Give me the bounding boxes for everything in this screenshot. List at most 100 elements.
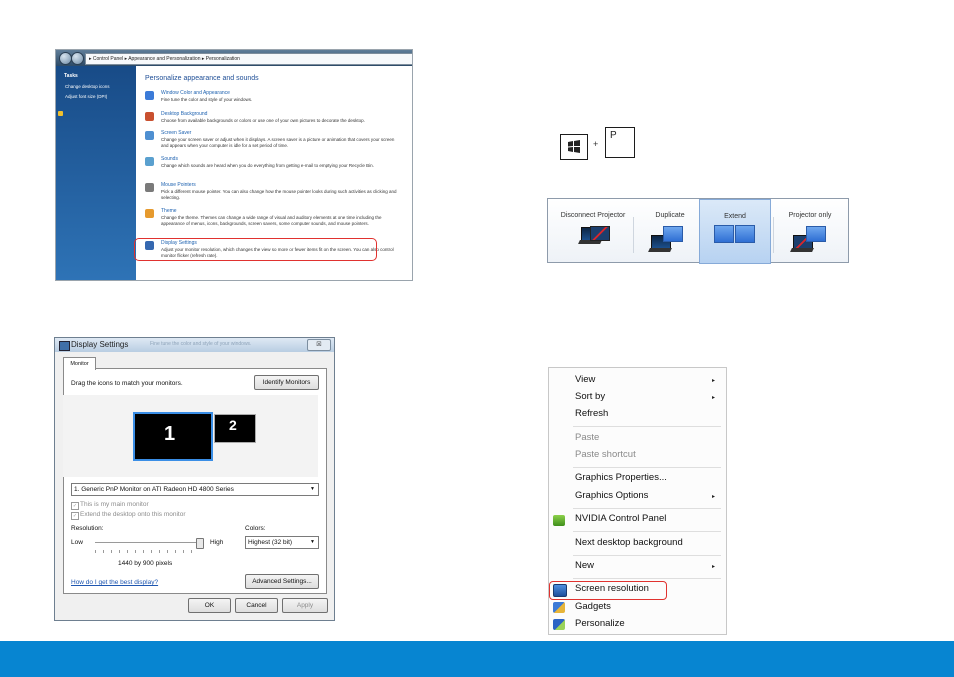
plus-sign: + — [593, 139, 599, 149]
item-link[interactable]: Theme — [161, 208, 177, 214]
background-text: Fine tune the color and style of your wi… — [150, 341, 252, 347]
extend-left-monitor-icon — [714, 225, 734, 243]
instruction-text: Drag the icons to match your monitors. — [71, 380, 183, 387]
menu-item-graphics-properties[interactable]: Graphics Properties... — [575, 472, 667, 483]
high-label: High — [210, 539, 224, 546]
menu-item-gadgets[interactable]: Gadgets — [575, 601, 611, 612]
menu-item-paste[interactable]: Paste — [575, 432, 599, 443]
monitor-2-label: 2 — [229, 417, 237, 433]
monitor-1[interactable]: 1 — [133, 412, 213, 461]
desktop-background-icon — [145, 112, 154, 121]
item-link[interactable]: Screen Saver — [161, 130, 191, 136]
close-button[interactable]: ☒ — [307, 339, 331, 351]
monitor-select[interactable]: 1. Generic PnP Monitor on ATI Radeon HD … — [71, 483, 319, 496]
display-settings-dialog: Display Settings Fine tune the color and… — [54, 337, 335, 621]
display-icon — [59, 341, 70, 351]
menu-item-refresh[interactable]: Refresh — [575, 408, 608, 419]
slider-ticks — [95, 550, 199, 553]
submenu-arrow-icon: ▸ — [712, 378, 716, 384]
item-theme[interactable]: Theme Change the theme. Themes can chang… — [139, 208, 409, 234]
extend-desktop-checkbox[interactable]: ✓ — [71, 512, 79, 520]
main-monitor-checkbox[interactable]: ✓ — [71, 502, 79, 510]
colors-select[interactable]: Highest (32 bit) ▼ — [245, 536, 319, 549]
p-key: P — [605, 127, 635, 158]
apply-button[interactable]: Apply — [282, 598, 328, 613]
resolution-value: 1440 by 900 pixels — [118, 560, 173, 567]
item-desc: Choose from available backgrounds or col… — [161, 118, 365, 123]
help-link[interactable]: How do I get the best display? — [71, 579, 158, 586]
menu-item-next-desktop-background[interactable]: Next desktop background — [575, 537, 683, 548]
screen-resolution-highlight — [549, 581, 667, 600]
sidebar-link-change-desktop-icons[interactable]: Change desktop icons — [65, 84, 110, 89]
item-link[interactable]: Desktop Background — [161, 111, 207, 117]
monitor-icon — [663, 226, 683, 242]
item-mouse-pointers[interactable]: Mouse Pointers Pick a different mouse po… — [139, 182, 409, 208]
item-desc: Change which sounds are heard when you d… — [161, 163, 374, 168]
menu-item-paste-shortcut[interactable]: Paste shortcut — [575, 449, 636, 460]
ok-button[interactable]: OK — [188, 598, 231, 613]
monitor-2[interactable]: 2 — [214, 414, 256, 443]
item-desc: Fine tune the color and style of your wi… — [161, 97, 253, 102]
resolution-slider-track[interactable] — [95, 542, 199, 543]
screen-saver-icon — [145, 131, 154, 140]
extend-desktop-label: Extend the desktop onto this monitor — [80, 511, 186, 518]
menu-item-sort-by[interactable]: Sort by — [575, 391, 605, 402]
submenu-arrow-icon: ▸ — [712, 395, 716, 401]
monitor-icon — [806, 226, 826, 242]
sidebar-link-adjust-font-size[interactable]: Adjust font size (DPI) — [65, 94, 107, 99]
resolution-label: Resolution: — [71, 525, 104, 532]
option-label: Duplicate — [655, 212, 685, 219]
option-disconnect-projector[interactable]: Disconnect Projector — [554, 199, 632, 262]
item-desc: Change the theme. Themes can change a wi… — [161, 215, 382, 226]
main-monitor-label: This is my main monitor — [80, 501, 149, 508]
breadcrumb[interactable]: ▸ Control Panel ▸ Appearance and Persona… — [85, 53, 412, 65]
forward-button[interactable] — [71, 52, 84, 65]
shield-icon — [58, 111, 63, 116]
monitor-1-label: 1 — [164, 423, 176, 445]
mouse-pointer-icon — [145, 183, 154, 192]
identify-monitors-button[interactable]: Identify Monitors — [254, 375, 319, 390]
menu-item-view[interactable]: View — [575, 374, 595, 385]
menu-item-nvidia-control-panel[interactable]: NVIDIA Control Panel — [575, 513, 666, 524]
dialog-title: Display Settings — [71, 340, 129, 349]
item-screen-saver[interactable]: Screen Saver Change your screen saver or… — [139, 130, 409, 156]
window-color-icon — [145, 91, 154, 100]
item-link[interactable]: Window Color and Appearance — [161, 90, 230, 96]
option-projector-only[interactable]: Projector only — [775, 199, 845, 262]
submenu-arrow-icon: ▸ — [712, 564, 716, 570]
p-key-label: P — [610, 130, 617, 141]
projector-switcher: Disconnect Projector Duplicate Extend Pr… — [547, 198, 849, 264]
nvidia-icon — [553, 515, 565, 526]
dialog-titlebar: Display Settings Fine tune the color and… — [55, 338, 334, 352]
desktop-context-menu: View ▸ Sort by ▸ Refresh Paste Paste sho… — [548, 367, 727, 635]
tab-monitor[interactable]: Monitor — [63, 357, 96, 370]
colors-label: Colors: — [245, 525, 266, 532]
resolution-slider-thumb[interactable] — [196, 538, 204, 549]
tasks-sidebar: Tasks Change desktop icons Adjust font s… — [56, 66, 136, 280]
menu-item-personalize[interactable]: Personalize — [575, 618, 625, 629]
advanced-settings-button[interactable]: Advanced Settings... — [245, 574, 319, 589]
colors-select-value: Highest (32 bit) — [248, 539, 293, 546]
item-link[interactable]: Mouse Pointers — [161, 182, 196, 188]
low-label: Low — [71, 539, 83, 546]
option-label: Extend — [724, 213, 746, 220]
option-extend[interactable]: Extend — [699, 199, 771, 264]
option-label: Projector only — [788, 212, 832, 219]
option-duplicate[interactable]: Duplicate — [636, 199, 704, 262]
theme-icon — [145, 209, 154, 218]
cancel-button[interactable]: Cancel — [235, 598, 278, 613]
item-desc: Change your screen saver or adjust when … — [161, 137, 395, 148]
menu-item-graphics-options[interactable]: Graphics Options — [575, 490, 648, 501]
tasks-heading: Tasks — [64, 73, 78, 79]
item-sounds[interactable]: Sounds Change which sounds are heard whe… — [139, 156, 409, 182]
monitor-select-value: 1. Generic PnP Monitor on ATI Radeon HD … — [74, 486, 234, 493]
submenu-arrow-icon: ▸ — [712, 494, 716, 500]
display-settings-highlight — [134, 238, 377, 261]
item-link[interactable]: Sounds — [161, 156, 178, 162]
page-title: Personalize appearance and sounds — [145, 75, 259, 82]
menu-item-new[interactable]: New — [575, 560, 594, 571]
sounds-icon — [145, 157, 154, 166]
gadgets-icon — [553, 602, 565, 613]
dropdown-arrow-icon: ▼ — [310, 539, 315, 545]
dropdown-arrow-icon: ▼ — [310, 486, 315, 492]
